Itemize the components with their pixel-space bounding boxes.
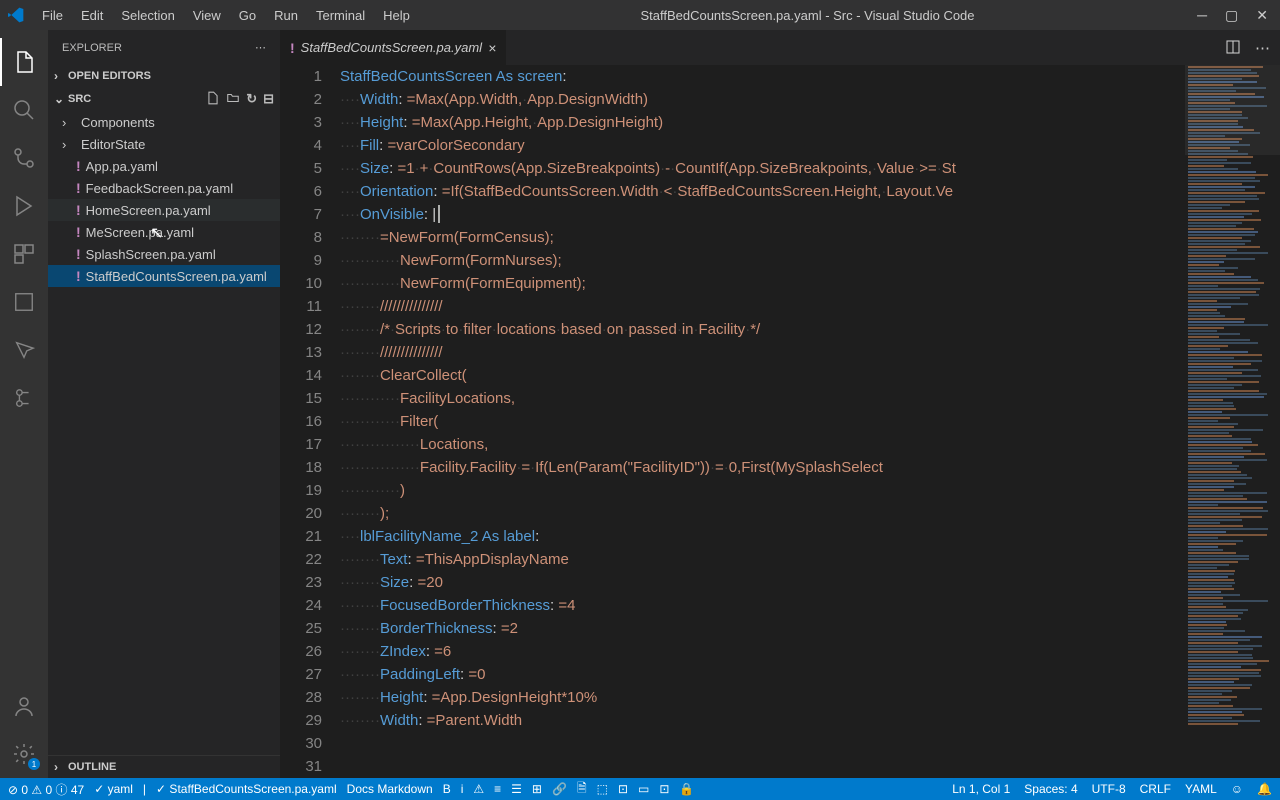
menu-help[interactable]: Help — [375, 4, 418, 27]
tabs: ! StaffBedCountsScreen.pa.yaml × ⋯ — [280, 30, 1280, 65]
sb-lang[interactable]: ✓ yaml — [94, 782, 133, 796]
panel-icon-3[interactable] — [0, 374, 48, 422]
line-gutter: 1234567891011121314151617181920212223242… — [280, 65, 340, 778]
sb-cursor[interactable]: Ln 1, Col 1 — [952, 782, 1010, 796]
ic6[interactable]: ⬚ — [597, 782, 608, 796]
minimap[interactable] — [1184, 65, 1280, 778]
new-folder-icon[interactable] — [226, 91, 240, 107]
menu-go[interactable]: Go — [231, 4, 264, 27]
tree-label: StaffBedCountsScreen.pa.yaml — [86, 269, 267, 284]
tree-item[interactable]: Components — [48, 111, 280, 133]
ic7[interactable]: ⊡ — [618, 782, 628, 796]
statusbar: ⊘ 0 ⚠ 0 ⓘ 47 ✓ yaml | ✓ StaffBedCountsSc… — [0, 778, 1280, 800]
refresh-icon[interactable]: ↻ — [246, 91, 257, 107]
sb-i[interactable]: i — [461, 782, 464, 796]
sb-file[interactable]: ✓ StaffBedCountsScreen.pa.yaml — [156, 782, 337, 796]
tree-label: Components — [81, 115, 155, 130]
tree-label: FeedbackScreen.pa.yaml — [86, 181, 233, 196]
sidebar-title: EXPLORER — [62, 42, 122, 54]
yaml-icon: ! — [290, 40, 295, 56]
ic4[interactable]: 🔗 — [552, 782, 567, 796]
sb-eol[interactable]: CRLF — [1140, 782, 1171, 796]
sb-problems[interactable]: ⊘ 0 ⚠ 0 ⓘ 47 — [8, 781, 84, 798]
ic2[interactable]: ☰ — [511, 782, 522, 796]
warning-icon[interactable]: ⚠ — [473, 782, 484, 796]
titlebar: FileEditSelectionViewGoRunTerminalHelp S… — [0, 0, 1280, 30]
tree-item[interactable]: ! App.pa.yaml — [48, 155, 280, 177]
sb-spaces[interactable]: Spaces: 4 — [1024, 782, 1077, 796]
account-icon[interactable] — [0, 682, 48, 730]
yaml-icon: ! — [76, 158, 81, 174]
sb-b[interactable]: B — [443, 782, 451, 796]
tree-label: EditorState — [81, 137, 145, 152]
sidebar: EXPLORER ⋯ ›OPEN EDITORS ⌄SRC ↻ ⊟ Compon… — [48, 30, 280, 778]
yaml-icon: ! — [76, 268, 81, 284]
tree-item[interactable]: ! MeScreen.pa.yaml — [48, 221, 280, 243]
ic1[interactable]: ≡ — [494, 782, 501, 796]
vscode-icon — [8, 7, 24, 23]
new-file-icon[interactable] — [206, 91, 220, 107]
menu-bar: FileEditSelectionViewGoRunTerminalHelp — [34, 4, 418, 27]
menu-file[interactable]: File — [34, 4, 71, 27]
sb-filetype[interactable]: YAML — [1185, 782, 1217, 796]
tab-label: StaffBedCountsScreen.pa.yaml — [301, 40, 482, 55]
run-icon[interactable] — [0, 182, 48, 230]
tree-item[interactable]: ! StaffBedCountsScreen.pa.yaml — [48, 265, 280, 287]
yaml-icon: ! — [76, 224, 81, 240]
bell-icon[interactable]: 🔔 — [1257, 782, 1272, 796]
sb-mode[interactable]: Docs Markdown — [347, 782, 433, 796]
yaml-icon: ! — [76, 246, 81, 262]
ic8[interactable]: ▭ — [638, 782, 649, 796]
lock-icon[interactable]: 🔒 — [679, 782, 694, 796]
sb-encoding[interactable]: UTF-8 — [1092, 782, 1126, 796]
more-icon[interactable]: ⋯ — [255, 41, 266, 54]
feedback-icon[interactable]: ☺ — [1231, 782, 1243, 796]
ic9[interactable]: ⊡ — [659, 782, 669, 796]
tree-item[interactable]: ! HomeScreen.pa.yaml — [48, 199, 280, 221]
source-control-icon[interactable] — [0, 134, 48, 182]
window-title: StaffBedCountsScreen.pa.yaml - Src - Vis… — [418, 8, 1197, 23]
tree-label: HomeScreen.pa.yaml — [86, 203, 211, 218]
maximize-icon[interactable]: ▢ — [1225, 7, 1238, 24]
workspace-header[interactable]: ⌄SRC ↻ ⊟ — [48, 87, 280, 111]
editor: ! StaffBedCountsScreen.pa.yaml × ⋯ 12345… — [280, 30, 1280, 778]
tab-close-icon[interactable]: × — [488, 40, 496, 56]
tree-label: SplashScreen.pa.yaml — [86, 247, 216, 262]
yaml-icon: ! — [76, 202, 81, 218]
collapse-icon[interactable]: ⊟ — [263, 91, 274, 107]
explorer-icon[interactable] — [0, 38, 48, 86]
ic3[interactable]: ⊞ — [532, 782, 542, 796]
code-content[interactable]: StaffBedCountsScreen As screen:····Width… — [340, 65, 1184, 778]
tab-active[interactable]: ! StaffBedCountsScreen.pa.yaml × — [280, 30, 507, 65]
extensions-icon[interactable] — [0, 230, 48, 278]
close-icon[interactable]: ✕ — [1256, 7, 1268, 24]
activity-bar: 1 — [0, 30, 48, 778]
menu-edit[interactable]: Edit — [73, 4, 111, 27]
tree-item[interactable]: ! FeedbackScreen.pa.yaml — [48, 177, 280, 199]
more-actions-icon[interactable]: ⋯ — [1255, 39, 1270, 57]
tree-label: MeScreen.pa.yaml — [86, 225, 194, 240]
search-icon[interactable] — [0, 86, 48, 134]
panel-icon-1[interactable] — [0, 278, 48, 326]
outline-header[interactable]: ›OUTLINE — [48, 755, 280, 778]
yaml-icon: ! — [76, 180, 81, 196]
ic5[interactable]: 🗎 — [577, 779, 587, 800]
minimize-icon[interactable]: ─ — [1197, 7, 1207, 24]
tree-label: App.pa.yaml — [86, 159, 158, 174]
tree-item[interactable]: ! SplashScreen.pa.yaml — [48, 243, 280, 265]
open-editors-header[interactable]: ›OPEN EDITORS — [48, 65, 280, 87]
menu-view[interactable]: View — [185, 4, 229, 27]
menu-run[interactable]: Run — [266, 4, 306, 27]
menu-terminal[interactable]: Terminal — [308, 4, 373, 27]
panel-icon-2[interactable] — [0, 326, 48, 374]
settings-icon[interactable]: 1 — [0, 730, 48, 778]
split-icon[interactable] — [1225, 39, 1241, 57]
menu-selection[interactable]: Selection — [113, 4, 182, 27]
file-tree: Components EditorState! App.pa.yaml! Feedba… — [48, 111, 280, 287]
tree-item[interactable]: EditorState — [48, 133, 280, 155]
